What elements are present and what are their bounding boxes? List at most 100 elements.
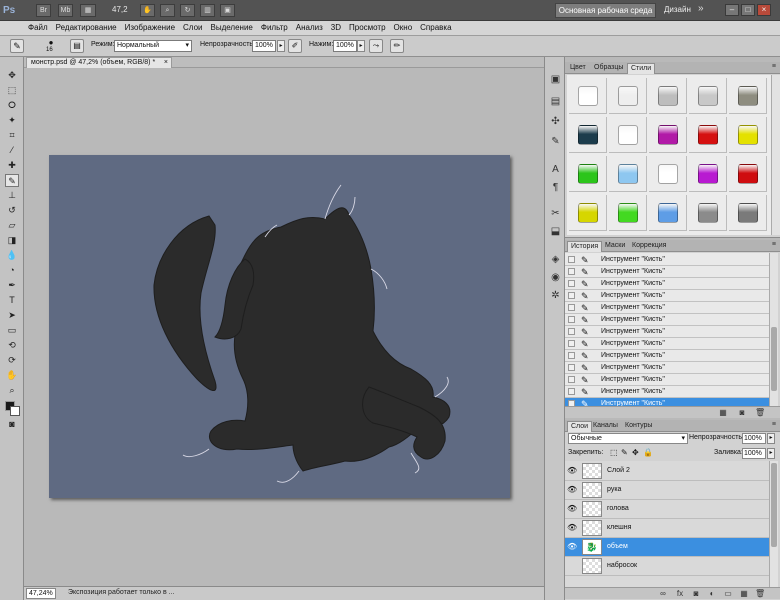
style-preset-cell[interactable]: [729, 78, 767, 114]
layer-row[interactable]: 👁 рука: [565, 481, 769, 500]
history-scroll-thumb[interactable]: [771, 327, 777, 391]
history-source-checkbox[interactable]: [568, 268, 575, 275]
maximize-button[interactable]: □: [741, 4, 755, 16]
layers-scroll-thumb[interactable]: [771, 463, 777, 547]
style-preset-cell[interactable]: [649, 156, 687, 192]
link-layers-icon[interactable]: ∞: [658, 589, 668, 599]
layers-scrollbar[interactable]: [769, 461, 778, 587]
info-icon[interactable]: ✣: [549, 115, 562, 128]
canvas-workspace[interactable]: [24, 68, 544, 586]
style-preset-cell[interactable]: [689, 195, 727, 231]
crop-tool-icon[interactable]: ⌗: [5, 129, 19, 142]
minimize-button[interactable]: –: [725, 4, 739, 16]
tab-close-icon[interactable]: ×: [164, 58, 168, 68]
pen-tool-icon[interactable]: ✒: [5, 279, 19, 292]
history-scrollbar[interactable]: [769, 253, 778, 406]
style-preset-cell[interactable]: [689, 117, 727, 153]
history-source-checkbox[interactable]: [568, 304, 575, 311]
background-color-swatch[interactable]: [10, 406, 20, 416]
menu-edit[interactable]: Редактирование: [52, 21, 121, 36]
gradient-tool-icon[interactable]: ◨: [5, 234, 19, 247]
move-tool-icon[interactable]: ✥: [5, 69, 19, 82]
pressure-slider-toggle[interactable]: ▸: [357, 40, 365, 52]
new-layer-icon[interactable]: ▦: [739, 589, 749, 599]
dodge-tool-icon[interactable]: ◔: [5, 264, 19, 277]
menu-select[interactable]: Выделение: [206, 21, 256, 36]
style-preset-cell[interactable]: [609, 78, 647, 114]
tab-styles[interactable]: Стили: [627, 63, 656, 74]
pressure-input[interactable]: 100%: [333, 40, 357, 52]
style-preset-cell[interactable]: [649, 78, 687, 114]
history-source-checkbox[interactable]: [568, 376, 575, 383]
adjustment-layer-icon[interactable]: ◐: [707, 589, 717, 599]
style-preset-cell[interactable]: [569, 78, 607, 114]
menu-window[interactable]: Окно: [390, 21, 417, 36]
history-source-checkbox[interactable]: [568, 364, 575, 371]
3d-rotate-tool-icon[interactable]: ⟲: [5, 339, 19, 352]
menu-analysis[interactable]: Анализ: [292, 21, 327, 36]
histogram-icon[interactable]: ▤: [549, 95, 562, 108]
style-preset-cell[interactable]: [729, 156, 767, 192]
panel-menu-icon[interactable]: ≡: [772, 241, 776, 248]
arrange-documents-button[interactable]: ▥: [200, 4, 215, 17]
menu-3d[interactable]: 3D: [327, 21, 345, 36]
tab-history[interactable]: История: [567, 241, 603, 252]
style-preset-cell[interactable]: [569, 195, 607, 231]
history-source-checkbox[interactable]: [568, 292, 575, 299]
history-state[interactable]: ✎ Инструмент "Кисть": [565, 398, 769, 406]
style-preset-cell[interactable]: [689, 78, 727, 114]
shape-tool-icon[interactable]: ▭: [5, 324, 19, 337]
zoom-tool-button[interactable]: ⌕: [160, 4, 175, 17]
marquee-tool-icon[interactable]: ⬚: [5, 84, 19, 97]
layer-visibility-eye-icon[interactable]: 👁: [567, 485, 577, 495]
menu-view[interactable]: Просмотр: [345, 21, 390, 36]
layer-row[interactable]: 👁 Слой 2: [565, 462, 769, 481]
layer-opacity-slider-toggle[interactable]: ▸: [767, 433, 775, 444]
type-tool-icon[interactable]: T: [5, 294, 19, 307]
opacity-slider-toggle[interactable]: ▸: [277, 40, 285, 52]
zoom-input[interactable]: 47,24%: [26, 588, 56, 599]
tool-preset-picker[interactable]: ✎: [10, 39, 24, 53]
eraser-tool-icon[interactable]: ▱: [5, 219, 19, 232]
history-source-checkbox[interactable]: [568, 256, 575, 263]
menu-filter[interactable]: Фильтр: [257, 21, 292, 36]
snapshot-icon[interactable]: ◙: [737, 408, 747, 418]
eyedropper-tool-icon[interactable]: ⁄: [5, 144, 19, 157]
tab-channels[interactable]: Каналы: [590, 421, 621, 432]
quick-select-tool-icon[interactable]: ✦: [5, 114, 19, 127]
panel-menu-icon[interactable]: ≡: [772, 421, 776, 428]
history-state[interactable]: ✎ Инструмент "Кисть": [565, 254, 769, 266]
zoom-level-menu[interactable]: 47,2: [112, 5, 128, 14]
style-preset-cell[interactable]: [649, 195, 687, 231]
brush-tool-icon[interactable]: ✎: [5, 174, 19, 187]
layer-opacity-input[interactable]: 100%: [742, 433, 766, 444]
menu-help[interactable]: Справка: [416, 21, 455, 36]
history-source-checkbox[interactable]: [568, 352, 575, 359]
design-workspace-link[interactable]: Дизайн: [664, 5, 691, 14]
layer-row[interactable]: набросок: [565, 557, 769, 576]
history-state[interactable]: ✎ Инструмент "Кисть": [565, 386, 769, 398]
trash-icon[interactable]: 🗑: [755, 589, 765, 599]
brush-panel-toggle[interactable]: ▤: [70, 39, 84, 53]
history-source-checkbox[interactable]: [568, 316, 575, 323]
style-preset-cell[interactable]: [609, 156, 647, 192]
mini-bridge-button[interactable]: Mb: [58, 4, 73, 17]
layer-row[interactable]: 👁 🐉 объем: [565, 538, 769, 557]
style-preset-cell[interactable]: [729, 117, 767, 153]
panel-menu-icon[interactable]: ≡: [772, 63, 776, 70]
workspace-switcher[interactable]: Основная рабочая среда: [555, 3, 656, 18]
document-tab[interactable]: монстр.psd @ 47,2% (объем, RGB/8) * ×: [26, 57, 172, 68]
brush-presets-icon[interactable]: ✎: [549, 135, 562, 148]
fill-slider-toggle[interactable]: ▸: [767, 448, 775, 459]
screen-mode-button[interactable]: ▣: [220, 4, 235, 17]
layer-visibility-eye-icon[interactable]: 👁: [567, 504, 577, 514]
history-state[interactable]: ✎ Инструмент "Кисть": [565, 362, 769, 374]
document-canvas[interactable]: [49, 155, 510, 498]
quick-mask-icon[interactable]: ◙: [5, 418, 19, 431]
zoom-tool-icon[interactable]: ⌕: [5, 384, 19, 397]
lasso-tool-icon[interactable]: ⵔ: [5, 99, 19, 112]
history-state[interactable]: ✎ Инструмент "Кисть": [565, 314, 769, 326]
menu-file[interactable]: Файл: [24, 21, 52, 36]
more-workspaces-icon[interactable]: »: [698, 3, 704, 14]
tab-masks[interactable]: Маски: [602, 241, 628, 252]
